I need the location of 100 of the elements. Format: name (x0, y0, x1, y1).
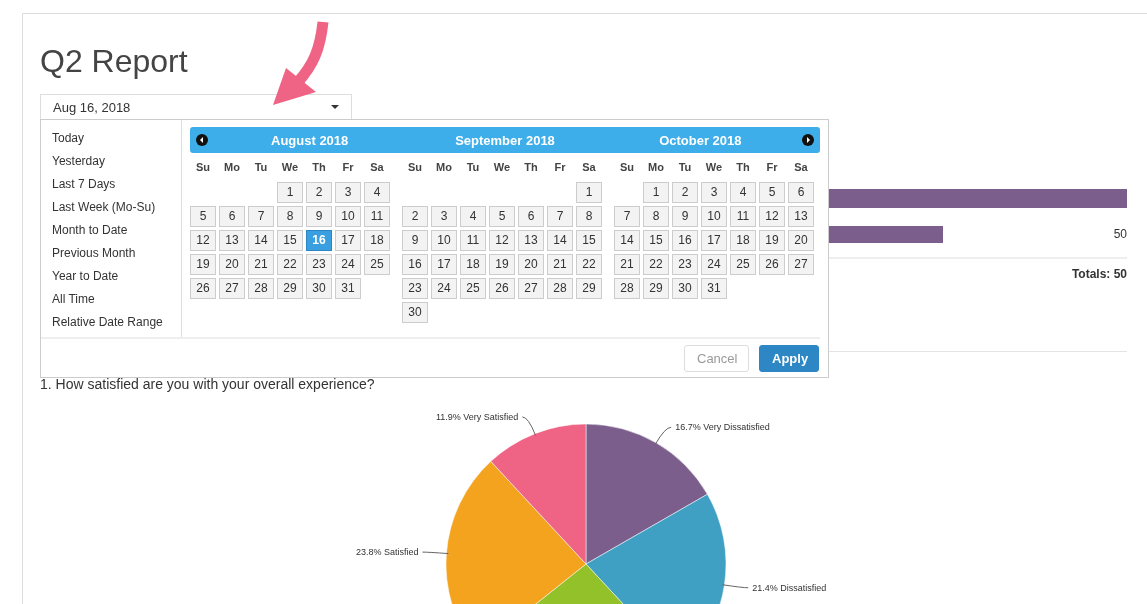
calendar-day[interactable]: 1 (576, 182, 602, 203)
calendar-day[interactable]: 18 (364, 230, 390, 251)
date-range-option[interactable]: Today (52, 128, 181, 151)
calendar-day[interactable]: 4 (730, 182, 756, 203)
calendar-day[interactable]: 29 (576, 278, 602, 299)
calendar-day[interactable]: 25 (730, 254, 756, 275)
calendar-day[interactable]: 12 (489, 230, 515, 251)
calendar-day[interactable]: 14 (248, 230, 274, 251)
calendar-day[interactable]: 26 (489, 278, 515, 299)
calendar-day[interactable]: 8 (277, 206, 303, 227)
calendar-day[interactable]: 2 (306, 182, 332, 203)
calendar-day[interactable]: 26 (190, 278, 216, 299)
calendar-day[interactable]: 21 (248, 254, 274, 275)
calendar-day[interactable]: 28 (614, 278, 640, 299)
calendar-day[interactable]: 3 (701, 182, 727, 203)
calendar-day[interactable]: 24 (431, 278, 457, 299)
apply-button[interactable]: Apply (759, 345, 819, 372)
calendar-day[interactable]: 29 (277, 278, 303, 299)
calendar-day[interactable]: 20 (219, 254, 245, 275)
date-range-option[interactable]: All Time (52, 289, 181, 312)
calendar-day[interactable]: 6 (518, 206, 544, 227)
calendar-day[interactable]: 1 (643, 182, 669, 203)
calendar-day[interactable]: 2 (672, 182, 698, 203)
calendar-day[interactable]: 13 (219, 230, 245, 251)
date-range-option[interactable]: Previous Month (52, 243, 181, 266)
calendar-day[interactable]: 16 (402, 254, 428, 275)
calendar-day[interactable]: 11 (364, 206, 390, 227)
calendar-day[interactable]: 26 (759, 254, 785, 275)
calendar-day[interactable]: 5 (759, 182, 785, 203)
calendar-day[interactable]: 3 (335, 182, 361, 203)
date-range-option[interactable]: Last Week (Mo-Su) (52, 197, 181, 220)
calendar-day[interactable]: 21 (614, 254, 640, 275)
calendar-day[interactable]: 19 (489, 254, 515, 275)
calendar-day[interactable]: 12 (190, 230, 216, 251)
calendar-day[interactable]: 29 (643, 278, 669, 299)
calendar-day[interactable]: 9 (306, 206, 332, 227)
calendar-day[interactable]: 14 (547, 230, 573, 251)
calendar-day[interactable]: 6 (788, 182, 814, 203)
calendar-day[interactable]: 6 (219, 206, 245, 227)
calendar-day[interactable]: 8 (576, 206, 602, 227)
date-range-option[interactable]: Year to Date (52, 266, 181, 289)
calendar-day[interactable]: 7 (248, 206, 274, 227)
calendar-day[interactable]: 31 (335, 278, 361, 299)
calendar-day[interactable]: 28 (547, 278, 573, 299)
calendar-day[interactable]: 20 (518, 254, 544, 275)
calendar-day[interactable]: 11 (730, 206, 756, 227)
calendar-day[interactable]: 15 (277, 230, 303, 251)
calendar-day[interactable]: 13 (518, 230, 544, 251)
calendar-day[interactable]: 13 (788, 206, 814, 227)
calendar-day[interactable]: 18 (460, 254, 486, 275)
calendar-day[interactable]: 8 (643, 206, 669, 227)
date-range-option[interactable]: Month to Date (52, 220, 181, 243)
calendar-day[interactable]: 30 (306, 278, 332, 299)
calendar-day[interactable]: 30 (402, 302, 428, 323)
calendar-day[interactable]: 9 (402, 230, 428, 251)
calendar-day[interactable]: 5 (190, 206, 216, 227)
calendar-day[interactable]: 20 (788, 230, 814, 251)
calendar-day[interactable]: 21 (547, 254, 573, 275)
calendar-day[interactable]: 10 (335, 206, 361, 227)
calendar-day[interactable]: 4 (460, 206, 486, 227)
calendar-day[interactable]: 17 (701, 230, 727, 251)
calendar-day[interactable]: 31 (701, 278, 727, 299)
calendar-day[interactable]: 27 (518, 278, 544, 299)
date-range-option[interactable]: Last 7 Days (52, 174, 181, 197)
calendar-day[interactable]: 7 (547, 206, 573, 227)
calendar-day[interactable]: 2 (402, 206, 428, 227)
calendar-day[interactable]: 4 (364, 182, 390, 203)
calendar-day[interactable]: 14 (614, 230, 640, 251)
calendar-day[interactable]: 15 (576, 230, 602, 251)
calendar-day[interactable]: 25 (364, 254, 390, 275)
calendar-day[interactable]: 30 (672, 278, 698, 299)
calendar-day[interactable]: 16 (672, 230, 698, 251)
calendar-day[interactable]: 23 (402, 278, 428, 299)
calendar-day[interactable]: 24 (335, 254, 361, 275)
calendar-day[interactable]: 23 (306, 254, 332, 275)
calendar-day[interactable]: 15 (643, 230, 669, 251)
calendar-day[interactable]: 28 (248, 278, 274, 299)
calendar-day[interactable]: 12 (759, 206, 785, 227)
calendar-day[interactable]: 17 (335, 230, 361, 251)
calendar-day[interactable]: 17 (431, 254, 457, 275)
calendar-day[interactable]: 22 (576, 254, 602, 275)
calendar-day[interactable]: 10 (431, 230, 457, 251)
calendar-day[interactable]: 22 (643, 254, 669, 275)
calendar-day[interactable]: 19 (190, 254, 216, 275)
previous-month-icon[interactable] (196, 134, 208, 146)
next-month-icon[interactable] (802, 134, 814, 146)
calendar-day[interactable]: 1 (277, 182, 303, 203)
calendar-day[interactable]: 18 (730, 230, 756, 251)
date-range-option[interactable]: Relative Date Range (52, 312, 181, 335)
calendar-day[interactable]: 19 (759, 230, 785, 251)
date-range-option[interactable]: Yesterday (52, 151, 181, 174)
calendar-day[interactable]: 5 (489, 206, 515, 227)
calendar-day[interactable]: 25 (460, 278, 486, 299)
calendar-day[interactable]: 27 (219, 278, 245, 299)
calendar-day[interactable]: 10 (701, 206, 727, 227)
calendar-day[interactable]: 23 (672, 254, 698, 275)
calendar-day[interactable]: 3 (431, 206, 457, 227)
calendar-day[interactable]: 27 (788, 254, 814, 275)
calendar-day[interactable]: 11 (460, 230, 486, 251)
calendar-day[interactable]: 7 (614, 206, 640, 227)
